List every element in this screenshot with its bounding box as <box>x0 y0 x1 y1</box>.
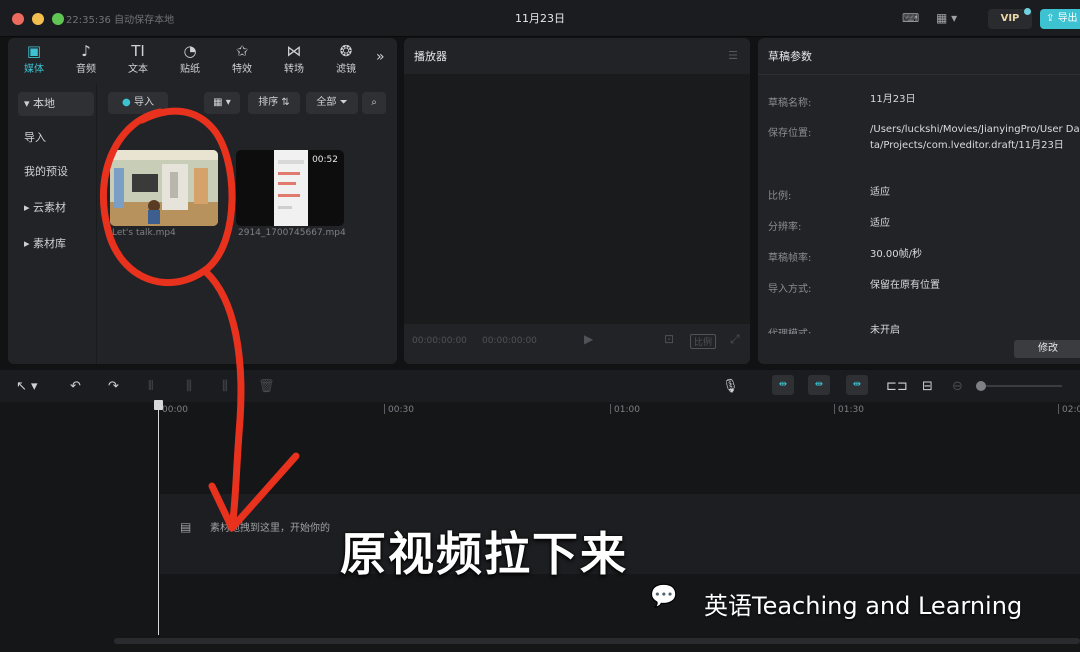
wechat-logo-icon: 💬 <box>650 584 678 609</box>
video-caption: 原视频拉下来 <box>340 527 628 581</box>
annotation-arrow-head <box>208 452 300 532</box>
watermark-text: 英语Teaching and Learning <box>704 592 1023 620</box>
annotation-circle <box>100 107 236 287</box>
